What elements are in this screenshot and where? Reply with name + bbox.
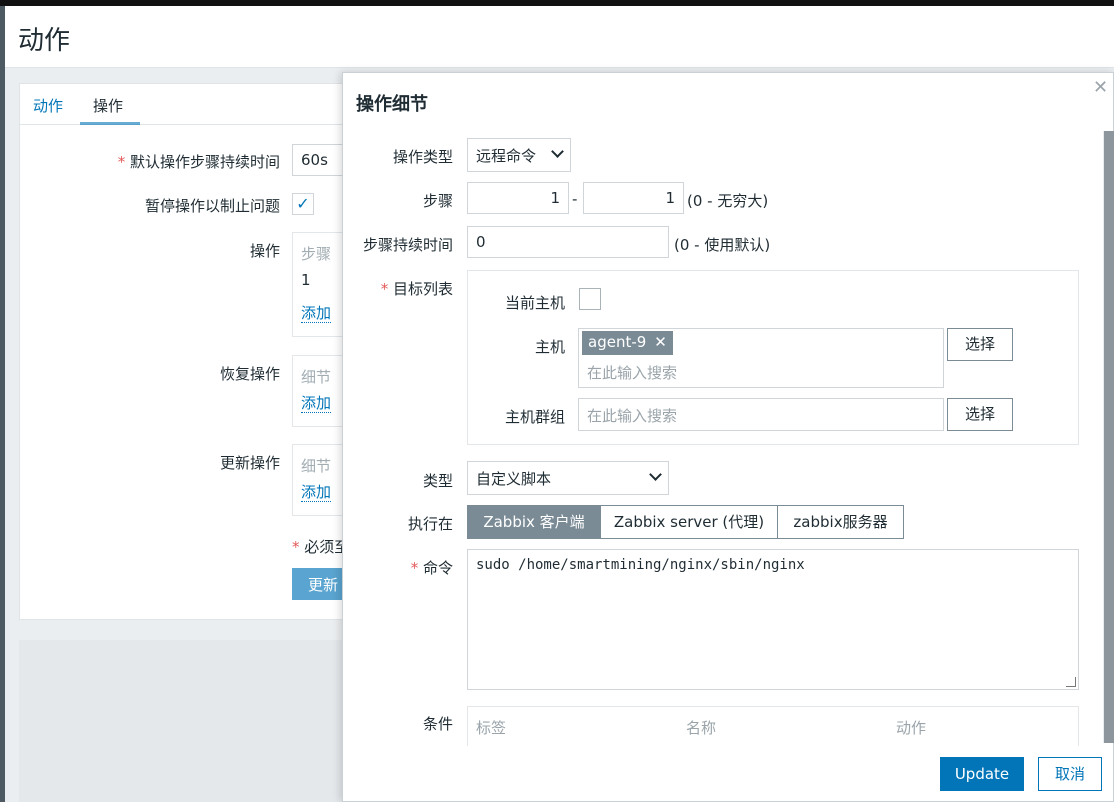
- tab-action[interactable]: 动作: [33, 95, 63, 116]
- pause-checkbox[interactable]: ✓: [292, 193, 314, 215]
- execute-on-agent[interactable]: Zabbix 客户端: [467, 505, 601, 539]
- update-operations-label: 更新操作: [219, 454, 280, 472]
- operation-type-label: 操作类型: [392, 148, 453, 166]
- host-search-placeholder[interactable]: 在此输入搜索: [587, 362, 677, 383]
- step-duration-label: 步骤持续时间: [362, 236, 453, 254]
- default-duration-label: * 默认操作步骤持续时间: [117, 153, 280, 171]
- scrollbar-thumb[interactable]: [1104, 131, 1114, 743]
- close-icon[interactable]: ✕: [1093, 77, 1108, 98]
- host-tag: agent-9 ✕: [582, 331, 673, 355]
- recovery-label: 恢复操作: [219, 365, 280, 383]
- operations-label: 操作: [249, 242, 280, 260]
- conditions-table: 标签 名称 动作: [467, 706, 1079, 746]
- step-duration-input[interactable]: 0: [467, 226, 669, 258]
- execute-on-server[interactable]: zabbix服务器: [777, 505, 904, 539]
- steps-hint: (0 - 无穷大): [687, 192, 769, 210]
- execute-on-server-proxy[interactable]: Zabbix server (代理): [600, 505, 778, 539]
- host-group-select-button[interactable]: 选择: [947, 398, 1013, 431]
- page-title: 动作: [18, 26, 71, 56]
- operations-step-header: 步骤: [301, 245, 332, 263]
- type-select[interactable]: 自定义脚本: [467, 461, 669, 495]
- required-note: * 必须至: [292, 538, 350, 556]
- tab-operations[interactable]: 操作: [93, 95, 123, 116]
- update-ops-detail-header: 细节: [301, 457, 332, 475]
- page-header: 动作: [5, 6, 1114, 68]
- type-label: 类型: [422, 472, 453, 490]
- host-group-input[interactable]: 在此输入搜索: [578, 398, 944, 431]
- cancel-button[interactable]: 取消: [1038, 757, 1102, 791]
- conditions-label: 条件: [422, 715, 453, 733]
- host-group-placeholder: 在此输入搜索: [587, 407, 678, 425]
- conditions-header-tag: 标签: [476, 719, 507, 737]
- current-host-checkbox[interactable]: [579, 288, 601, 310]
- operations-step-value: 1: [301, 271, 311, 289]
- execute-on-label: 执行在: [407, 515, 453, 533]
- left-sidebar-strip: [0, 6, 5, 802]
- operation-type-value: 远程命令: [476, 147, 537, 165]
- command-label: * 命令: [410, 559, 453, 577]
- chevron-down-icon: [551, 145, 564, 158]
- step-duration-hint: (0 - 使用默认): [674, 236, 771, 254]
- host-select-button[interactable]: 选择: [947, 328, 1013, 361]
- command-textarea[interactable]: sudo /home/smartmining/nginx/sbin/nginx: [467, 549, 1079, 690]
- step-separator: -: [572, 190, 578, 208]
- update-ops-add-link[interactable]: 添加: [301, 484, 332, 502]
- operations-add-link[interactable]: 添加: [301, 305, 332, 323]
- step-from-input[interactable]: 1: [467, 182, 569, 214]
- command-text: sudo /home/smartmining/nginx/sbin/nginx: [476, 557, 805, 573]
- recovery-detail-header: 细节: [301, 368, 332, 386]
- step-to-input[interactable]: 1: [583, 182, 684, 214]
- conditions-header-name: 名称: [686, 719, 717, 737]
- update-button[interactable]: Update: [940, 757, 1024, 791]
- conditions-header-action: 动作: [896, 719, 927, 737]
- chevron-down-icon: [649, 468, 662, 481]
- pause-label: 暂停操作以制止问题: [144, 197, 280, 215]
- active-tab-indicator: [80, 122, 140, 125]
- current-host-label: 当前主机: [504, 294, 565, 312]
- target-list-label: * 目标列表: [380, 280, 453, 298]
- operation-details-dialog: 操作细节 ✕ 操作类型 远程命令 步骤 1 - 1 (0 - 无穷大) 步骤持续…: [342, 72, 1114, 802]
- type-value: 自定义脚本: [476, 470, 552, 488]
- resize-handle-icon[interactable]: [1066, 677, 1076, 687]
- host-label: 主机: [534, 338, 565, 356]
- host-group-label: 主机群组: [504, 408, 565, 426]
- steps-label: 步骤: [422, 192, 453, 210]
- dialog-title: 操作细节: [356, 94, 428, 115]
- operation-type-select[interactable]: 远程命令: [467, 138, 571, 172]
- remove-tag-icon[interactable]: ✕: [654, 333, 667, 351]
- recovery-add-link[interactable]: 添加: [301, 395, 332, 413]
